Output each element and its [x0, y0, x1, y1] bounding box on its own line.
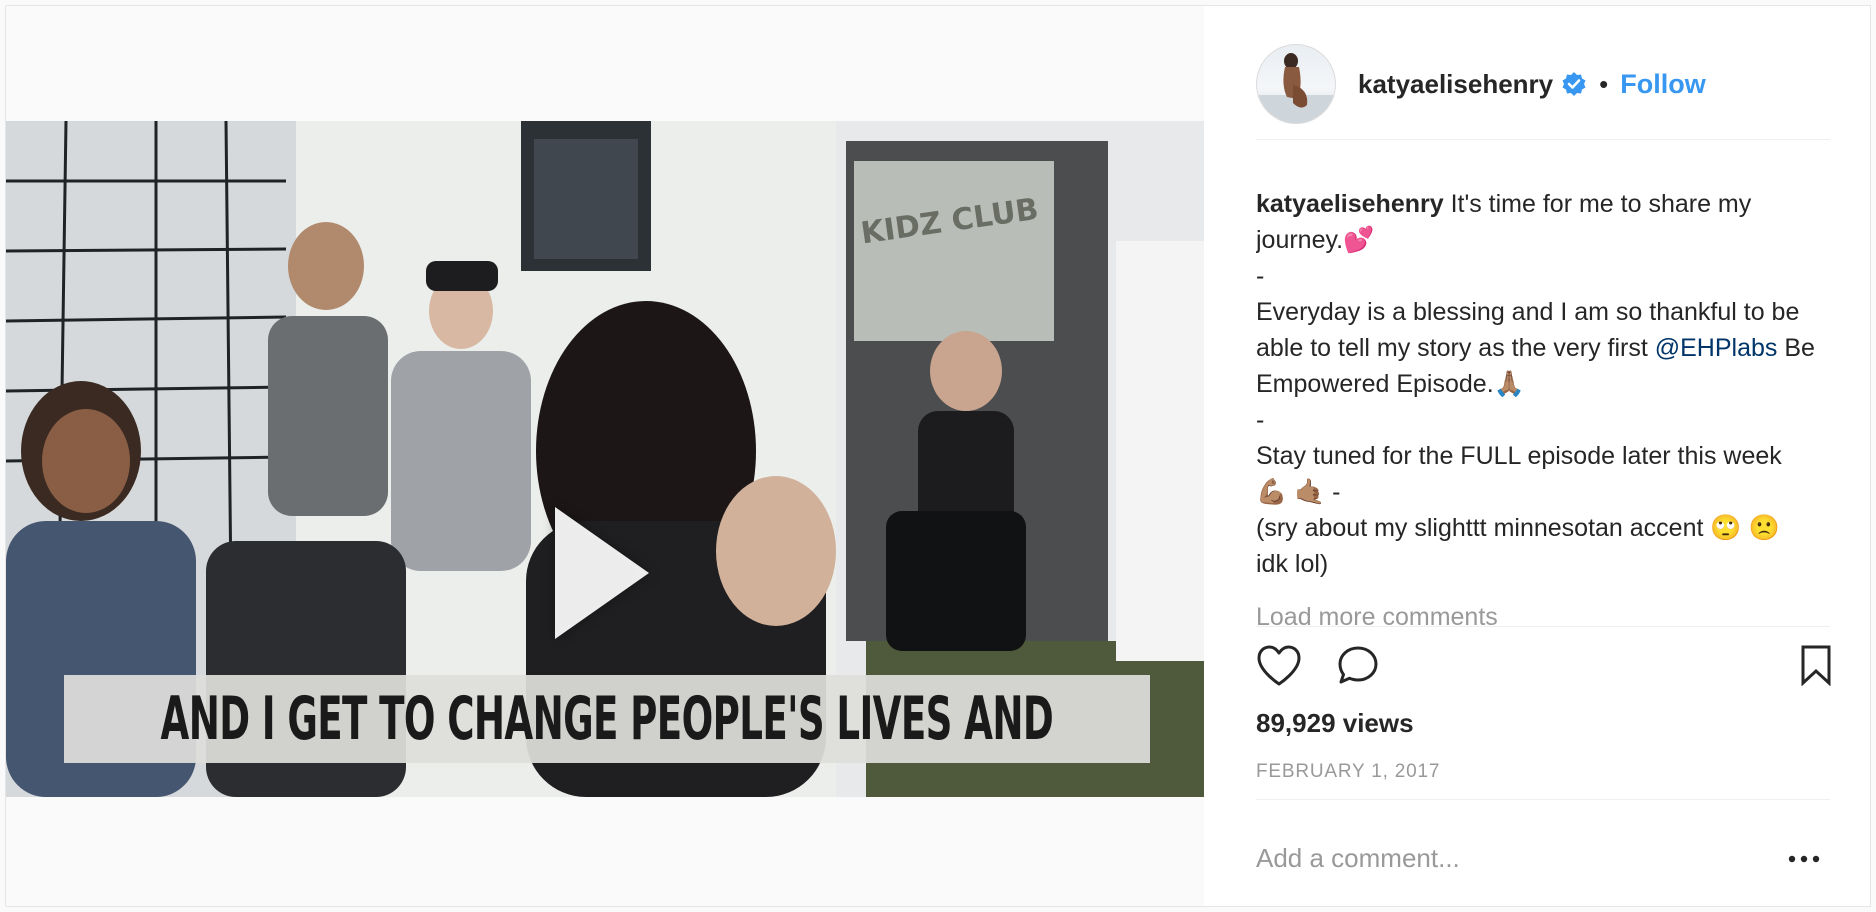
action-bar — [1256, 644, 1832, 694]
caption-text: katyaelisehenry It's time for me to shar… — [1256, 186, 1816, 258]
comment-bubble-icon[interactable] — [1336, 644, 1380, 688]
video-subtitle-bar: AND I GET TO CHANGE PEOPLE'S LIVES AND — [64, 675, 1150, 763]
post-sidebar: katyaelisehenry • Follow katyaelisehenry… — [1204, 6, 1870, 906]
mention-link[interactable]: @EHPlabs — [1655, 334, 1778, 362]
play-icon — [555, 507, 649, 639]
avatar[interactable] — [1256, 44, 1336, 124]
caption-line-5: Stay tuned for the FULL episode later th… — [1256, 442, 1782, 506]
caption-line-2: - — [1256, 262, 1265, 290]
header-username[interactable]: katyaelisehenry — [1358, 69, 1553, 100]
bookmark-icon[interactable] — [1800, 644, 1832, 686]
video-player[interactable]: KIDZ CLUB AND I GET TO CHANGE PEOPLE'S L… — [6, 121, 1204, 797]
post-container: KIDZ CLUB AND I GET TO CHANGE PEOPLE'S L… — [5, 5, 1871, 907]
follow-button[interactable]: Follow — [1620, 69, 1705, 100]
load-more-comments-link[interactable]: Load more comments — [1256, 603, 1498, 625]
header-divider — [1256, 139, 1830, 140]
header-separator: • — [1599, 68, 1609, 99]
view-count[interactable]: 89,929 views — [1256, 708, 1414, 739]
caption-line-6: (sry about my slighttt minnesotan accent… — [1256, 514, 1780, 578]
post-date: FEBRUARY 1, 2017 — [1256, 761, 1441, 782]
add-comment-input[interactable] — [1256, 838, 1726, 878]
caption-paragraph-3: Everyday is a blessing and I am so thank… — [1256, 294, 1816, 402]
media-column: KIDZ CLUB AND I GET TO CHANGE PEOPLE'S L… — [6, 6, 1204, 906]
more-options-icon[interactable] — [1786, 844, 1822, 874]
heart-icon[interactable] — [1256, 644, 1302, 688]
comments-divider — [1256, 626, 1830, 627]
verified-badge-icon — [1562, 72, 1586, 96]
video-subtitle-text: AND I GET TO CHANGE PEOPLE'S LIVES AND — [160, 684, 1054, 754]
post-header: katyaelisehenry • Follow — [1256, 44, 1836, 124]
caption-line-4: - — [1256, 406, 1265, 434]
avatar-image — [1257, 53, 1335, 123]
caption-comments: katyaelisehenry It's time for me to shar… — [1256, 186, 1816, 626]
caption-username[interactable]: katyaelisehenry — [1256, 190, 1444, 218]
footer-divider — [1256, 799, 1830, 800]
